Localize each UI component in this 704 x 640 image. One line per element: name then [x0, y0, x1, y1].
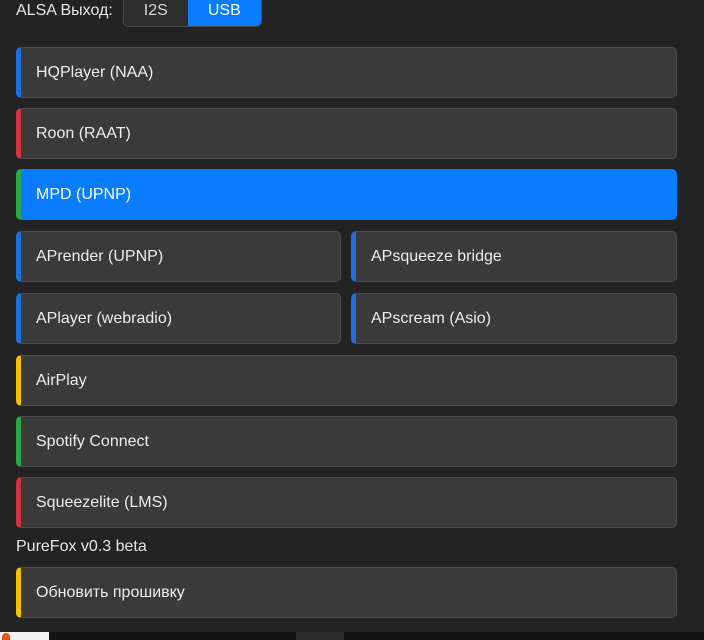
service-label: Squeezelite (LMS)	[36, 493, 168, 511]
service-spotify-button[interactable]: Spotify Connect	[16, 416, 677, 467]
alsa-output-row: ALSA Выход: I2S USB	[16, 0, 262, 27]
alsa-output-toggle: I2S USB	[122, 0, 262, 27]
service-squeezelite-button[interactable]: Squeezelite (LMS)	[16, 477, 677, 528]
service-aprender-button[interactable]: APrender (UPNP)	[16, 231, 341, 282]
service-mpd-button[interactable]: MPD (UPNP)	[16, 169, 677, 220]
service-hqplayer-button[interactable]: HQPlayer (NAA)	[16, 47, 677, 98]
service-apscream-button[interactable]: APscream (Asio)	[351, 293, 677, 344]
service-label: APsqueeze bridge	[371, 247, 502, 265]
service-label: MPD (UPNP)	[36, 185, 132, 203]
alsa-option-i2s[interactable]: I2S	[123, 0, 188, 26]
update-firmware-label: Обновить прошивку	[36, 583, 185, 601]
alsa-output-label: ALSA Выход:	[16, 2, 113, 19]
browser-icon	[2, 633, 10, 640]
taskbar-item[interactable]	[296, 632, 344, 640]
service-label: APrender (UPNP)	[36, 247, 164, 265]
service-airplay-button[interactable]: AirPlay	[16, 355, 677, 406]
service-roon-button[interactable]: Roon (RAAT)	[16, 108, 677, 159]
service-label: APscream (Asio)	[371, 309, 492, 327]
service-aplayer-button[interactable]: APlayer (webradio)	[16, 293, 341, 344]
service-label: Spotify Connect	[36, 432, 149, 450]
service-label: AirPlay	[36, 371, 87, 389]
update-firmware-button[interactable]: Обновить прошивку	[16, 567, 677, 618]
service-apsqueeze-button[interactable]: APsqueeze bridge	[351, 231, 677, 282]
service-label: APlayer (webradio)	[36, 309, 173, 327]
version-text: PureFox v0.3 beta	[16, 538, 147, 555]
taskbar	[0, 632, 704, 640]
taskbar-app-tab[interactable]	[0, 632, 49, 640]
service-label: Roon (RAAT)	[36, 124, 131, 142]
service-label: HQPlayer (NAA)	[36, 63, 154, 81]
alsa-option-usb[interactable]: USB	[187, 0, 261, 26]
